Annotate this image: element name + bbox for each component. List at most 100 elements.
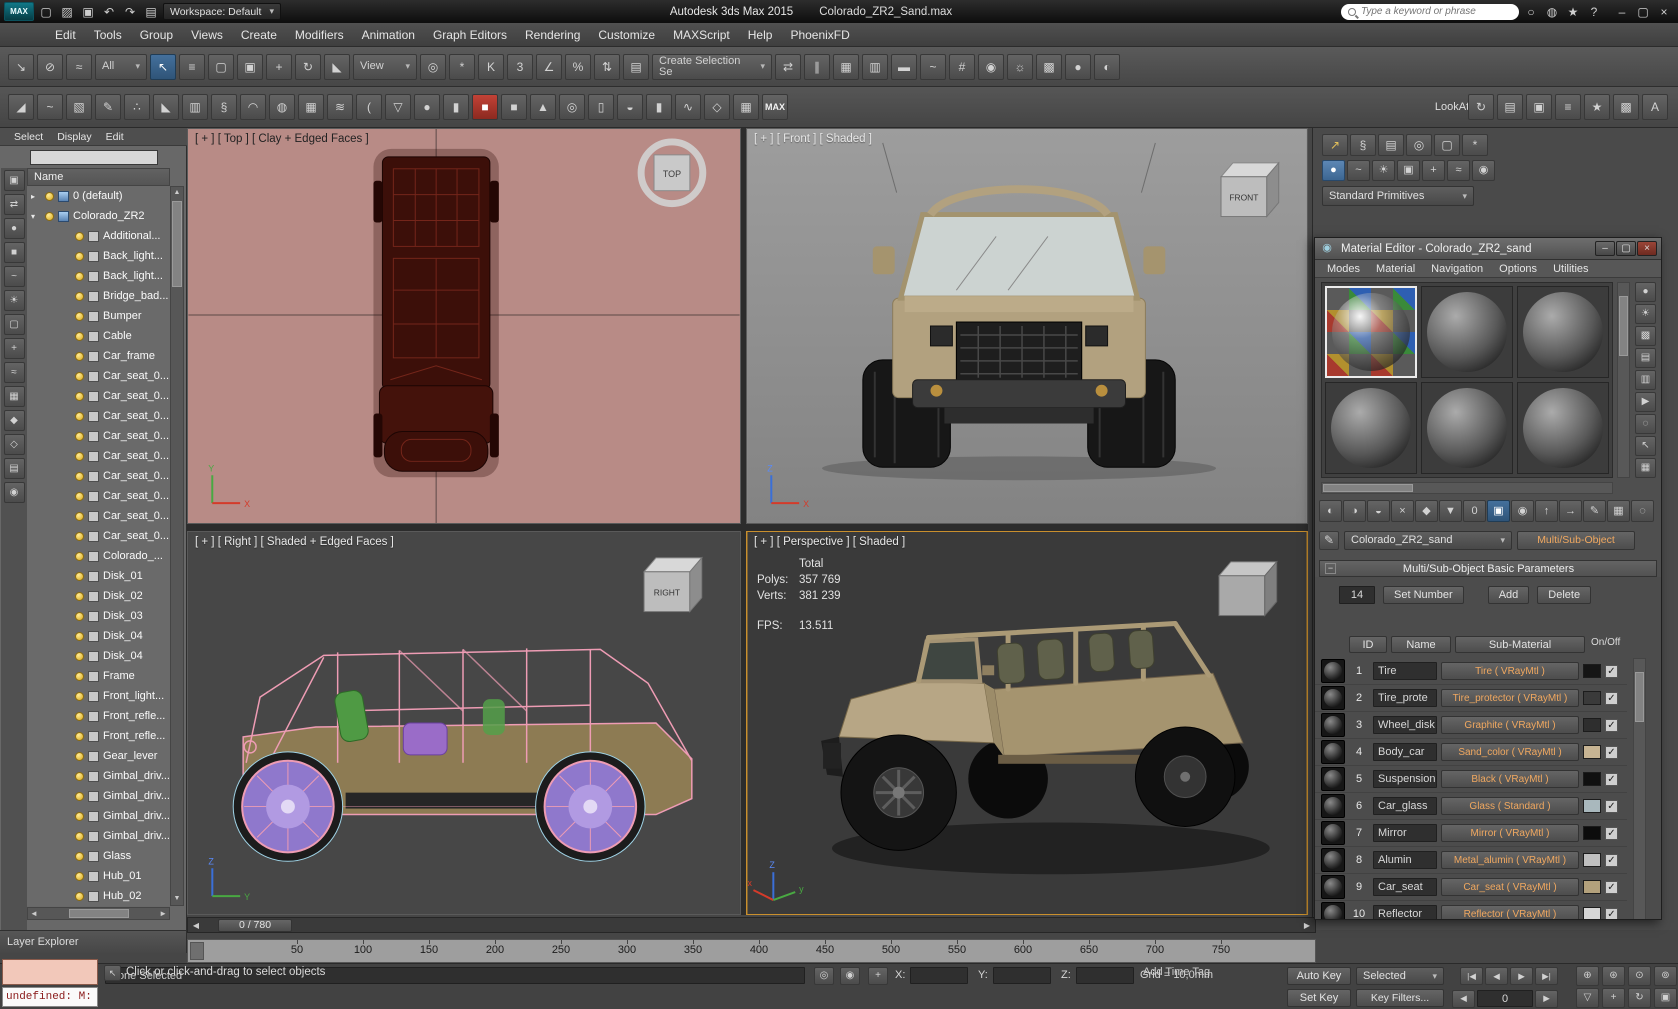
spinner-snap-toggle-icon[interactable]: ⇅ [594, 53, 620, 80]
explorer-menu-item[interactable]: Display [51, 128, 97, 145]
visibility-bulb-icon[interactable] [75, 891, 84, 901]
visibility-bulb-icon[interactable] [75, 711, 84, 721]
material-sample-slot[interactable] [1325, 382, 1417, 474]
hierarchy-tab-icon[interactable]: ▤ [1378, 134, 1404, 156]
explorer-menu-item[interactable]: Edit [100, 128, 130, 145]
named-selection-sets-dropdown[interactable]: Create Selection Se [652, 53, 772, 80]
filter-cameras-icon[interactable]: ▢ [3, 314, 25, 335]
submaterial-name-field[interactable]: Tire_prote [1373, 689, 1437, 707]
filter-all-icon[interactable]: ● [3, 218, 25, 239]
scene-explorer-row[interactable]: Gimbal_driv... [27, 786, 170, 806]
render-setup-icon[interactable]: ☼ [1007, 53, 1033, 80]
material-editor-menu-item[interactable]: Modes [1319, 260, 1368, 277]
visibility-bulb-icon[interactable] [75, 471, 84, 481]
material-editor-menu-item[interactable]: Navigation [1423, 260, 1491, 277]
create-tab-icon[interactable]: ↗ [1322, 134, 1348, 156]
material-swatch-icon[interactable]: ■ [472, 94, 498, 120]
scene-explorer-row[interactable]: Gimbal_driv... [27, 766, 170, 786]
submaterial-color-swatch[interactable] [1583, 799, 1601, 813]
material-thumbnail[interactable] [1321, 848, 1345, 872]
filter-geometry-icon[interactable]: ■ [3, 242, 25, 263]
material-options-icon[interactable]: ◌ [1631, 500, 1654, 522]
panels-icon[interactable]: ▩ [1613, 94, 1639, 120]
maxscript-mini-listener[interactable]: undefined: M: [2, 987, 98, 1007]
submaterial-color-swatch[interactable] [1583, 826, 1601, 840]
pick-material-eyedropper-icon[interactable]: ✎ [1319, 530, 1339, 550]
menu-item[interactable]: Create [232, 23, 286, 46]
material-thumbnail[interactable] [1321, 767, 1345, 791]
helpers-category-icon[interactable]: + [1422, 160, 1445, 181]
viewport-label[interactable]: [ + ] [ Right ] [ Shaded + Edged Faces ] [195, 536, 394, 548]
toggle-scene-explorer-icon[interactable]: ▦ [833, 53, 859, 80]
menu-item[interactable]: Customize [589, 23, 664, 46]
scene-explorer-row[interactable]: ▾ Colorado_ZR2 [27, 206, 170, 226]
scrollbar-thumb[interactable] [172, 201, 182, 287]
visibility-bulb-icon[interactable] [75, 351, 84, 361]
material-editor-menu-item[interactable]: Utilities [1545, 260, 1596, 277]
cylinder-primitive-icon[interactable]: ▮ [443, 94, 469, 120]
expand-arrow-icon[interactable]: ▸ [31, 192, 41, 201]
favorites-tool-icon[interactable]: ★ [1584, 94, 1610, 120]
render-production-icon[interactable]: ● [1065, 53, 1091, 80]
menu-item[interactable]: Help [739, 23, 782, 46]
proxy-objects-icon[interactable]: ▤ [1497, 94, 1523, 120]
plane-primitive-icon[interactable]: ▯ [588, 94, 614, 120]
scene-explorer-row[interactable]: Car_seat_0... [27, 486, 170, 506]
put-to-library-icon[interactable]: ▼ [1439, 500, 1462, 522]
material-thumbnail[interactable] [1321, 713, 1345, 737]
scene-explorer-row[interactable]: Disk_02 [27, 586, 170, 606]
communication-center-icon[interactable]: ◍ [1542, 2, 1562, 22]
submaterial-color-swatch[interactable] [1583, 853, 1601, 867]
y-coordinate-field[interactable] [993, 967, 1051, 984]
zoom-extents-all-icon[interactable]: ⊚ [1654, 966, 1677, 986]
visibility-bulb-icon[interactable] [75, 731, 84, 741]
scene-explorer-row[interactable]: Front_refle... [27, 726, 170, 746]
visibility-bulb-icon[interactable] [45, 191, 54, 201]
visibility-bulb-icon[interactable] [74, 791, 84, 801]
angle-snap-toggle-icon[interactable]: ∠ [536, 53, 562, 80]
sort-by-name-button[interactable]: Name [1391, 636, 1451, 653]
material-thumbnail[interactable] [1321, 740, 1345, 764]
menu-item[interactable]: Tools [85, 23, 131, 46]
sync-selection-icon[interactable]: ⇄ [3, 194, 25, 215]
timeline-zero-marker[interactable] [190, 942, 204, 960]
cone-primitive-icon[interactable]: ▲ [530, 94, 556, 120]
submaterial-onoff-checkbox[interactable] [1605, 691, 1618, 705]
macro-recorder-field[interactable] [2, 959, 98, 985]
background-icon[interactable]: ▩ [1635, 326, 1656, 346]
graphite-modeling-icon[interactable]: ◢ [8, 94, 34, 120]
visibility-bulb-icon[interactable] [75, 671, 84, 681]
submaterial-onoff-checkbox[interactable] [1605, 745, 1618, 759]
viewport-right[interactable]: RIGHT Z Y [ + ] [ Right ] [ Shaded + Edg… [187, 531, 741, 915]
scene-explorer-row[interactable]: Disk_04 [27, 646, 170, 666]
me-close-button[interactable]: × [1637, 241, 1657, 256]
material-count-field[interactable]: 14 [1339, 586, 1375, 604]
select-and-scale-icon[interactable]: ◣ [324, 53, 350, 80]
refresh-icon[interactable]: ↻ [1468, 94, 1494, 120]
selection-filter-dropdown[interactable]: All [95, 53, 147, 80]
material-sample-slot[interactable] [1517, 286, 1609, 378]
submaterial-onoff-checkbox[interactable] [1605, 853, 1618, 867]
scene-explorer-row[interactable]: Disk_01 [27, 566, 170, 586]
visibility-bulb-icon[interactable] [75, 571, 84, 581]
path-deform-icon[interactable]: ∿ [675, 94, 701, 120]
pick-material-from-object-icon[interactable]: ✎ [1583, 500, 1606, 522]
object-paint-icon[interactable]: ✎ [95, 94, 121, 120]
scene-explorer-row[interactable]: Hub_01 [27, 866, 170, 886]
scene-security-icon[interactable]: ▣ [1526, 94, 1552, 120]
submaterial-name-field[interactable]: Car_glass [1373, 797, 1437, 815]
viewport-top[interactable]: TOP Y X [ + ] [ Top ] [ Clay + Edged Fac… [187, 128, 741, 524]
go-to-parent-icon[interactable]: ↑ [1535, 500, 1558, 522]
assign-material-to-selection-icon[interactable]: ◒ [1367, 500, 1390, 522]
viewport-front[interactable]: FRONT Z X [ + ] [ Front ] [ Shaded ] [746, 128, 1308, 524]
menu-item[interactable]: Views [182, 23, 232, 46]
filter-materials-icon[interactable]: ◉ [3, 482, 25, 503]
viewcube[interactable]: FRONT [1219, 161, 1280, 218]
motion-tab-icon[interactable]: ◎ [1406, 134, 1432, 156]
window-crossing-icon[interactable]: ▣ [237, 53, 263, 80]
visibility-bulb-icon[interactable] [75, 511, 84, 521]
selection-set-dropdown[interactable]: Selected [1356, 967, 1444, 985]
visibility-bulb-icon[interactable] [75, 751, 84, 761]
visibility-bulb-icon[interactable] [75, 851, 84, 861]
show-map-in-viewport-icon[interactable]: ▣ [1487, 500, 1510, 522]
